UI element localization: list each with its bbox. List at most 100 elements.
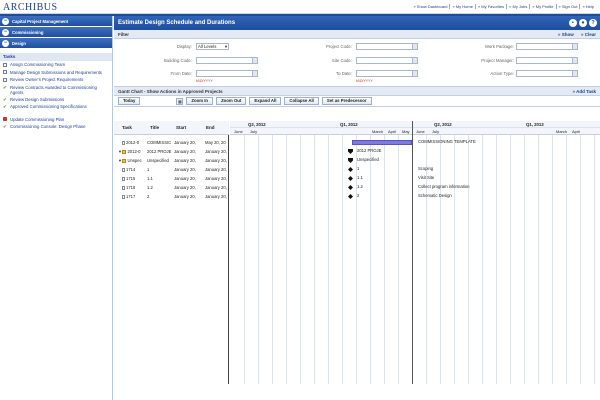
my-profile-link[interactable]: » My Profile (529, 4, 555, 9)
help-icon[interactable]: ? (589, 19, 597, 27)
building-code-field[interactable] (196, 57, 258, 64)
from-date-label: From Date: (170, 71, 193, 76)
to-date-label: To Date: (335, 71, 352, 76)
milestone-label: 1.1 (357, 175, 363, 180)
action-type-field[interactable] (516, 70, 578, 77)
folder-icon (122, 159, 127, 163)
today-button[interactable]: Today (118, 97, 141, 105)
task-link[interactable]: ✔ Approved Commissioning Specifications (0, 103, 112, 110)
work-package-field[interactable] (516, 43, 578, 50)
grid-line (356, 135, 357, 384)
bar-label: COMMISSIONING TEMPLATE (418, 139, 476, 144)
table-row[interactable]: 1716 1.2 January 20, January 20, (114, 184, 229, 192)
summary-marker[interactable] (348, 149, 353, 154)
start-cell: January 20, (174, 158, 196, 163)
task-label: Approved Commissioning Specifications (10, 103, 87, 109)
grid-line (426, 135, 427, 384)
task-link[interactable]: Manage Design Submissions and Requiremen… (0, 69, 112, 77)
milestone-marker[interactable] (348, 176, 353, 181)
task-link[interactable]: ✔ Commissioning Console: Design Phase (0, 123, 112, 130)
select-value-icon[interactable] (412, 44, 417, 49)
month-label: April (388, 129, 397, 134)
print-icon[interactable]: ▪ (569, 19, 577, 27)
table-row[interactable]: ▼ Unspec Unspecified January 20, January 20, (114, 157, 229, 165)
column-header-end[interactable]: End (206, 125, 215, 130)
task-box-icon (3, 62, 8, 68)
globe-icon[interactable]: ● (579, 19, 587, 27)
project-code-field[interactable] (356, 43, 418, 50)
month-label: March (372, 129, 384, 134)
milestone-marker[interactable] (348, 185, 353, 190)
task-link[interactable]: Update Commissioning Plan (0, 116, 112, 124)
folder-icon (122, 150, 127, 154)
task-link[interactable]: ✔ Review Contracts Awarded to Commissioni… (0, 84, 112, 96)
milestone-marker[interactable] (348, 167, 353, 172)
title-cell: 2 (147, 194, 150, 199)
select-value-icon[interactable] (572, 58, 577, 63)
table-row[interactable]: 1717 2 January 20, January 20, (114, 193, 229, 201)
select-value-icon[interactable] (412, 58, 417, 63)
sidebar-section-capital-project-management[interactable]: − Capital Project Management (0, 16, 112, 27)
expand-all-button[interactable]: Expand All (249, 97, 282, 105)
task-cell: 1716 (122, 184, 135, 192)
milestone-marker[interactable] (348, 194, 353, 199)
check-icon: ✔ (3, 103, 7, 109)
my-jobs-link[interactable]: » My Jobs (506, 4, 529, 9)
page-title: Estimate Design Schedule and Durations (118, 20, 236, 26)
calendar-icon[interactable] (412, 71, 417, 76)
column-header-title[interactable]: Title (150, 125, 159, 130)
sidebar-section-design[interactable]: − Design (0, 38, 112, 49)
project-manager-label: Project Manager: (481, 58, 514, 63)
select-value-icon[interactable] (572, 44, 577, 49)
task-cell: 1715 (122, 175, 135, 183)
sidebar-section-label: Commissioning (12, 29, 44, 35)
grid-line (370, 135, 371, 384)
sidebar-section-commissioning[interactable]: − Commissioning (0, 27, 112, 38)
from-date-field[interactable] (196, 70, 258, 77)
column-header-task[interactable]: Task (122, 125, 132, 130)
expand-arrow-icon[interactable]: ▼ (118, 158, 122, 163)
task-link[interactable]: ✔ Review Design Submissions (0, 96, 112, 103)
grid-line (314, 135, 315, 384)
project-code-label: Project Code: (325, 44, 352, 49)
calendar-icon[interactable]: ▦ (176, 97, 184, 105)
help-link[interactable]: » Help (579, 4, 596, 9)
my-favorites-link[interactable]: » My Favorites (474, 4, 506, 9)
summary-marker[interactable] (348, 158, 353, 163)
table-row[interactable]: 1715 1.1 January 20, January 20, (114, 175, 229, 183)
task-note: Schematic Design (418, 193, 452, 198)
task-bar[interactable] (352, 140, 412, 145)
end-cell: January 20, (205, 185, 227, 190)
show-link[interactable]: » Show (558, 32, 574, 37)
grid-line (342, 135, 343, 384)
table-row[interactable]: 1714 1 January 20, January 20, (114, 166, 229, 174)
task-label: Update Commissioning Plan (10, 116, 65, 122)
column-header-start[interactable]: Start (176, 125, 186, 130)
select-value-icon[interactable] (252, 58, 257, 63)
grid-line (272, 135, 273, 384)
grid-line (258, 135, 259, 384)
site-code-field[interactable] (356, 57, 418, 64)
project-manager-field[interactable] (516, 57, 578, 64)
calendar-icon[interactable] (252, 71, 257, 76)
clear-link[interactable]: » Clear (581, 32, 596, 37)
grid-line (594, 135, 595, 384)
table-row[interactable]: ▼ 2012-0 2012 PROJE January 20, January 20, (114, 148, 229, 156)
table-row[interactable]: 2012-0 COMMISSIC January 20, May 20, 20 (114, 139, 229, 147)
select-value-icon[interactable] (572, 71, 577, 76)
expand-arrow-icon[interactable]: ▼ (118, 149, 122, 154)
show-dashboard-link[interactable]: » Show Dashboard (411, 4, 449, 9)
my-home-link[interactable]: » My Home (449, 4, 474, 9)
display-select[interactable]: All Levels ▾ (196, 43, 229, 50)
quarter-header: Q2, 2012 Q1, 2012 Q2, 2012 Q1, 2013 (230, 121, 600, 128)
sign-out-link[interactable]: » Sign Out (555, 4, 580, 9)
set-predecessor-button[interactable]: Set as Predecessor (321, 97, 372, 105)
to-date-field[interactable] (356, 70, 418, 77)
add-task-link[interactable]: » Add Task (572, 87, 596, 96)
zoom-in-button[interactable]: Zoom In (186, 97, 214, 105)
zoom-out-button[interactable]: Zoom Out (216, 97, 247, 105)
task-link[interactable]: Review Owner's Project Requirements (0, 76, 112, 84)
task-link[interactable]: Assign Commissioning Team (0, 61, 112, 69)
grid-line (244, 135, 245, 384)
collapse-all-button[interactable]: Collapse All (284, 97, 319, 105)
